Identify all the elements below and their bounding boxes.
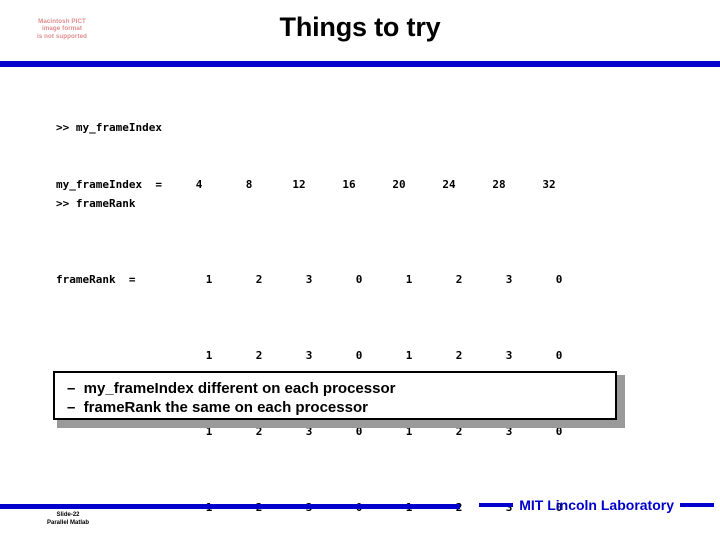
console-result-label-2: frameRank = bbox=[56, 273, 136, 286]
frame-rank-value: 1 bbox=[405, 349, 413, 362]
console-command-line-1: >> my_frameIndex bbox=[56, 121, 162, 134]
brand-dash-left-icon bbox=[479, 503, 514, 507]
frame-rank-value: 3 bbox=[505, 273, 513, 286]
frame-rank-value: 1 bbox=[205, 349, 213, 362]
footer-divider bbox=[0, 504, 460, 509]
frame-rank-value: 2 bbox=[255, 349, 263, 362]
callout-bullet-1: – my_frameIndex different on each proces… bbox=[67, 380, 396, 397]
frame-rank-value: 2 bbox=[455, 349, 463, 362]
frame-rank-value: 0 bbox=[355, 273, 363, 286]
footer-deck-name: Parallel Matlab bbox=[46, 520, 90, 526]
frame-rank-value: 2 bbox=[455, 273, 463, 286]
brand-dash-right-icon bbox=[680, 503, 714, 507]
frame-rank-value: 3 bbox=[305, 273, 313, 286]
frame-rank-value: 0 bbox=[555, 273, 563, 286]
callout-box: – my_frameIndex different on each proces… bbox=[53, 371, 617, 420]
callout-bullet-2: – frameRank the same on each processor bbox=[67, 399, 368, 416]
frame-rank-value: 0 bbox=[555, 349, 563, 362]
footer-brand: MIT Lincoln Laboratory bbox=[479, 497, 714, 513]
frame-rank-value: 2 bbox=[255, 273, 263, 286]
console-block-frame-rank: >> frameRank frameRank = 1 2 3 0 1 2 3 0 1 2 3 0 1 2 3… bbox=[56, 156, 584, 536]
page-title: Things to try bbox=[279, 12, 441, 42]
frame-rank-value: 1 bbox=[405, 273, 413, 286]
console-output-row: 1 2 3 0 1 2 3 0 bbox=[56, 346, 584, 365]
header-divider bbox=[0, 61, 720, 67]
console-command-line-2: >> frameRank bbox=[56, 197, 136, 210]
frame-rank-value: 0 bbox=[355, 349, 363, 362]
console-output-row: frameRank = 1 2 3 0 1 2 3 0 bbox=[56, 270, 584, 289]
brand-label: MIT Lincoln Laboratory bbox=[519, 497, 674, 513]
frame-rank-value: 3 bbox=[305, 349, 313, 362]
footer-slide-info: Slide-22 Parallel Matlab bbox=[38, 511, 98, 527]
footer-slide-number: Slide-22 bbox=[56, 512, 80, 518]
frame-rank-value: 3 bbox=[505, 349, 513, 362]
frame-rank-value: 1 bbox=[205, 273, 213, 286]
